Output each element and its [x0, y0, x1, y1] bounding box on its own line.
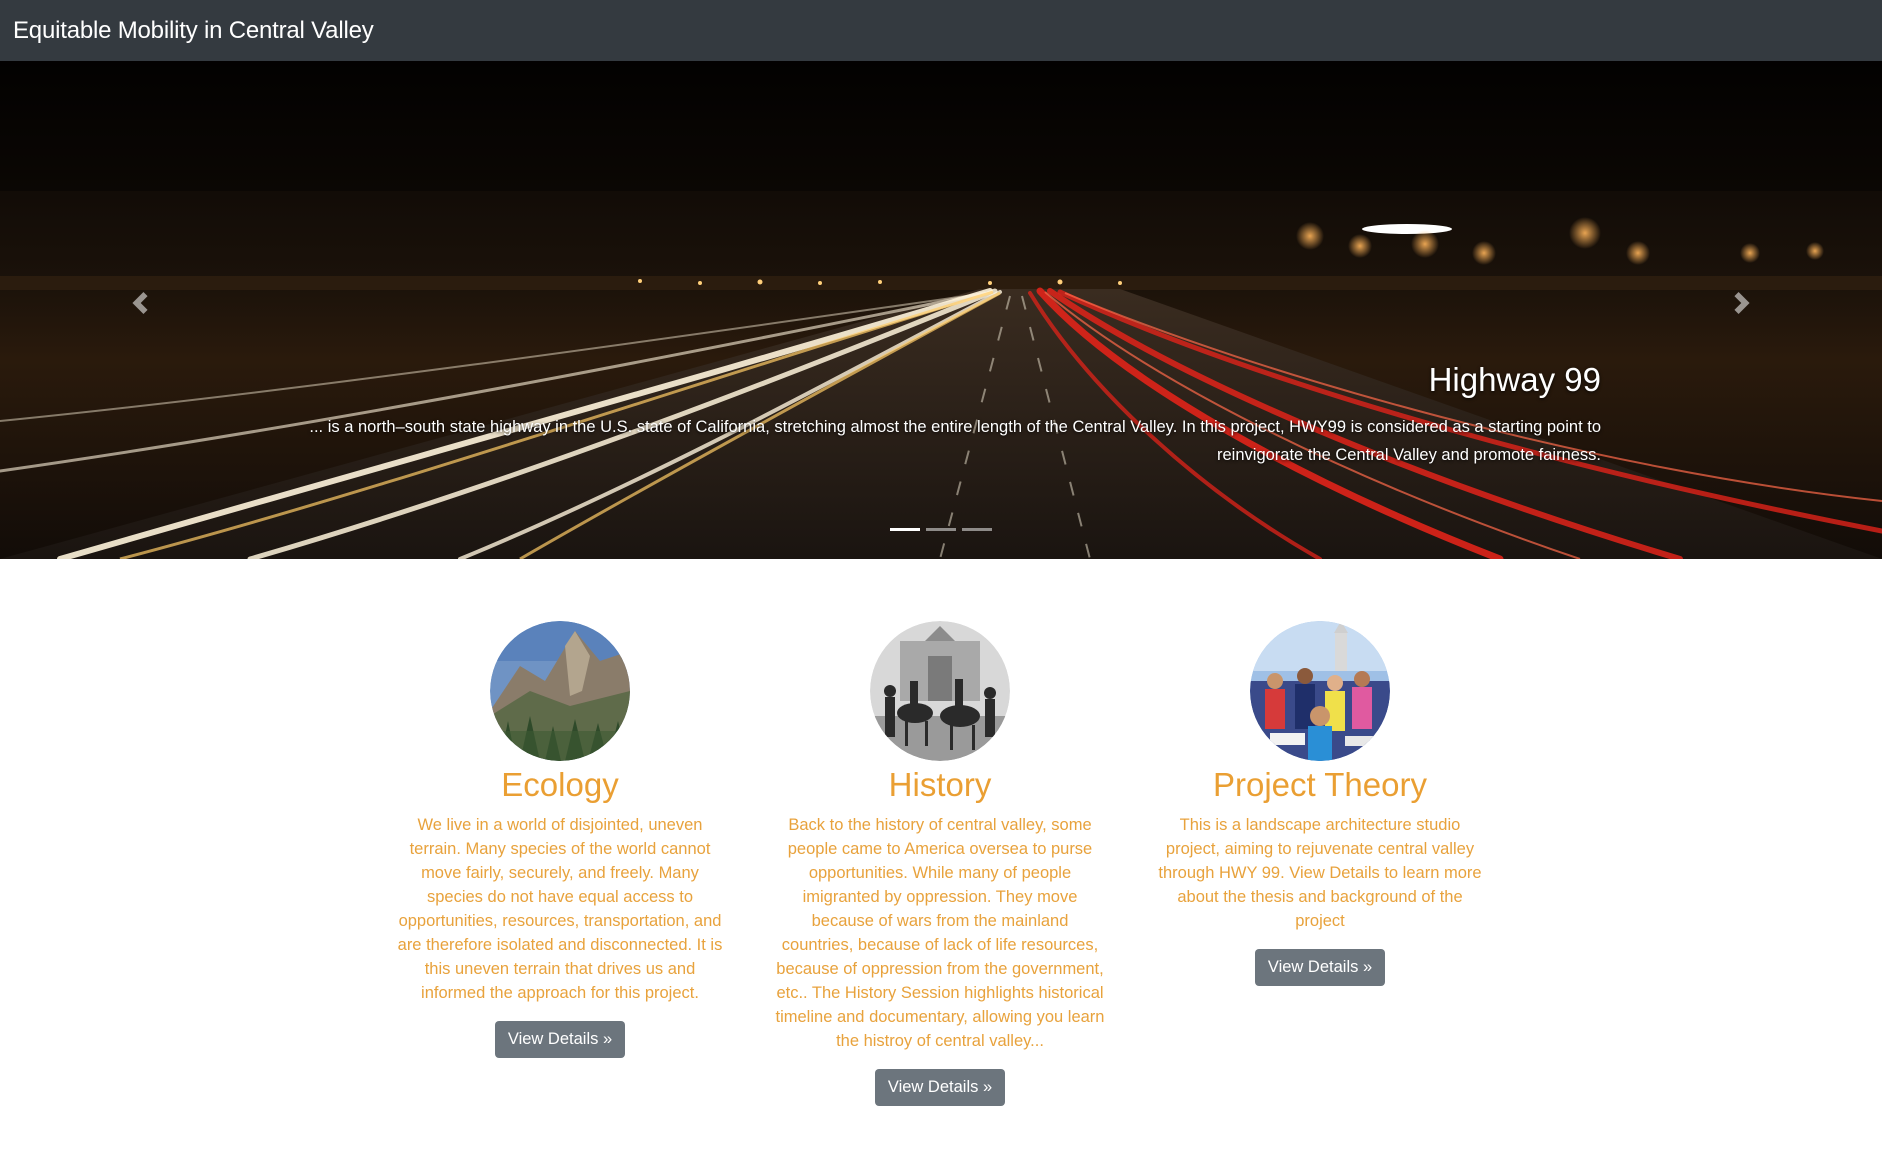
feature-project-theory: Project Theory This is a landscape archi… [1155, 621, 1485, 986]
feature-columns: Ecology We live in a world of disjointed… [0, 621, 1882, 1166]
ecology-mountain-image [490, 621, 630, 761]
carousel-caption-title: Highway 99 [1428, 361, 1601, 398]
feature-description: This is a landscape architecture studio … [1158, 816, 1482, 930]
carousel-caption: Highway 99 ... is a north–south state hi… [271, 361, 1601, 469]
carousel-caption-text: ... is a north–south state highway in th… [309, 418, 1601, 464]
carousel-indicators [0, 528, 1882, 531]
chevron-right-icon [1731, 292, 1753, 314]
feature-title: Project Theory [1213, 766, 1427, 803]
carousel-indicator-2[interactable] [926, 528, 956, 531]
history-engraving-image [870, 621, 1010, 761]
top-navbar: Equitable Mobility in Central Valley [0, 0, 1882, 61]
feature-description: We live in a world of disjointed, uneven… [397, 816, 723, 1002]
carousel-next-button[interactable] [1602, 61, 1882, 559]
view-details-button[interactable]: View Details » [494, 1021, 626, 1058]
chevron-left-icon [129, 292, 151, 314]
feature-title: History [888, 766, 992, 803]
feature-description: Back to the history of central valley, s… [775, 816, 1105, 1050]
carousel-indicator-1[interactable] [890, 528, 920, 531]
feature-ecology: Ecology We live in a world of disjointed… [395, 621, 725, 1058]
project-theory-crowd-image [1250, 621, 1390, 761]
feature-title: Ecology [501, 766, 619, 803]
site-brand-link[interactable]: Equitable Mobility in Central Valley [13, 17, 374, 45]
carousel-prev-button[interactable] [0, 61, 280, 559]
hero-carousel: Highway 99 ... is a north–south state hi… [0, 61, 1882, 559]
highway-night-image [0, 61, 1882, 559]
view-details-button[interactable]: View Details » [1254, 949, 1386, 986]
view-details-button[interactable]: View Details » [874, 1069, 1006, 1106]
carousel-indicator-3[interactable] [962, 528, 992, 531]
feature-history: History Back to the history of central v… [775, 621, 1105, 1106]
